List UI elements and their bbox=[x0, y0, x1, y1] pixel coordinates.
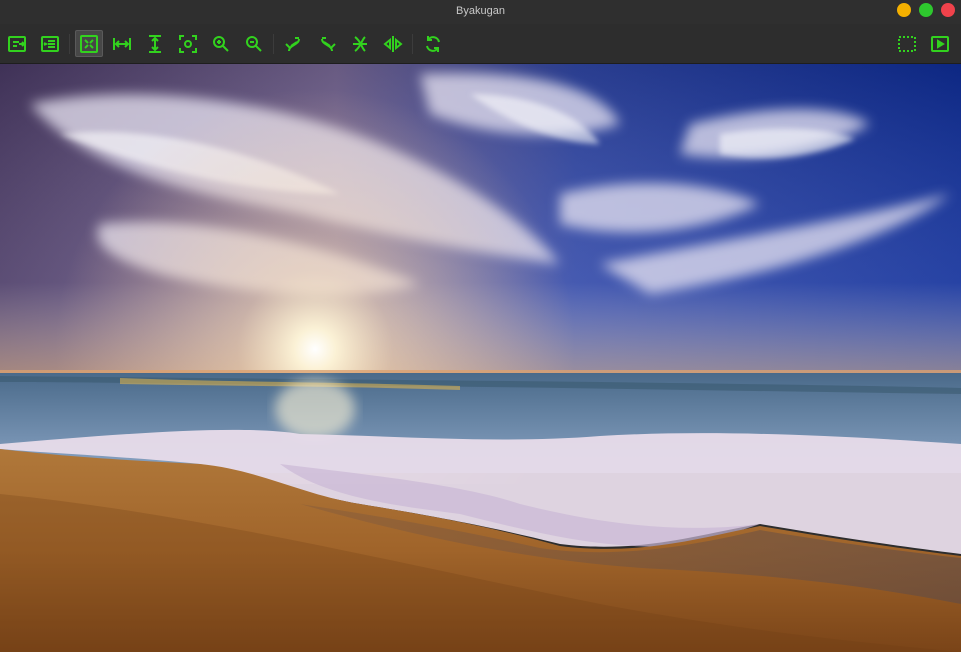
fit-to-window-button[interactable] bbox=[75, 30, 103, 57]
slideshow-button[interactable] bbox=[926, 30, 954, 57]
minimize-button[interactable] bbox=[897, 3, 911, 17]
open-folder-button[interactable] bbox=[36, 30, 64, 57]
maximize-button[interactable] bbox=[919, 3, 933, 17]
window-title: Byakugan bbox=[456, 5, 505, 17]
fit-width-icon bbox=[113, 37, 131, 50]
refresh-icon bbox=[426, 35, 440, 52]
close-button[interactable] bbox=[941, 3, 955, 17]
rotate-left-button[interactable] bbox=[280, 30, 308, 57]
fit-width-button[interactable] bbox=[108, 30, 136, 57]
flip-horizontal-icon bbox=[383, 35, 403, 52]
fit-height-button[interactable] bbox=[141, 30, 169, 57]
fit-height-icon bbox=[149, 34, 161, 53]
open-file-icon bbox=[8, 35, 26, 52]
fullscreen-button[interactable] bbox=[893, 30, 921, 57]
open-folder-icon bbox=[41, 35, 59, 52]
zoom-out-icon bbox=[246, 35, 262, 52]
zoom-in-icon bbox=[213, 35, 229, 52]
open-file-button[interactable] bbox=[3, 30, 31, 57]
flip-horizontal-button[interactable] bbox=[379, 30, 407, 57]
slideshow-icon bbox=[931, 35, 949, 52]
original-size-icon bbox=[179, 34, 197, 53]
fit-to-window-icon bbox=[80, 34, 98, 53]
refresh-button[interactable] bbox=[419, 30, 447, 57]
image-viewer[interactable] bbox=[0, 64, 961, 652]
fullscreen-icon bbox=[898, 35, 916, 52]
original-size-button[interactable] bbox=[174, 30, 202, 57]
zoom-in-button[interactable] bbox=[207, 30, 235, 57]
rotate-right-icon bbox=[321, 36, 336, 51]
rotate-left-icon bbox=[285, 36, 300, 51]
beach-sunset-photo bbox=[0, 64, 961, 652]
toolbar bbox=[0, 24, 961, 64]
app-window: Byakugan bbox=[0, 0, 961, 652]
rotate-right-button[interactable] bbox=[313, 30, 341, 57]
flip-vertical-icon bbox=[353, 35, 367, 52]
title-bar[interactable]: Byakugan bbox=[0, 0, 961, 24]
flip-vertical-button[interactable] bbox=[346, 30, 374, 57]
zoom-out-button[interactable] bbox=[240, 30, 268, 57]
